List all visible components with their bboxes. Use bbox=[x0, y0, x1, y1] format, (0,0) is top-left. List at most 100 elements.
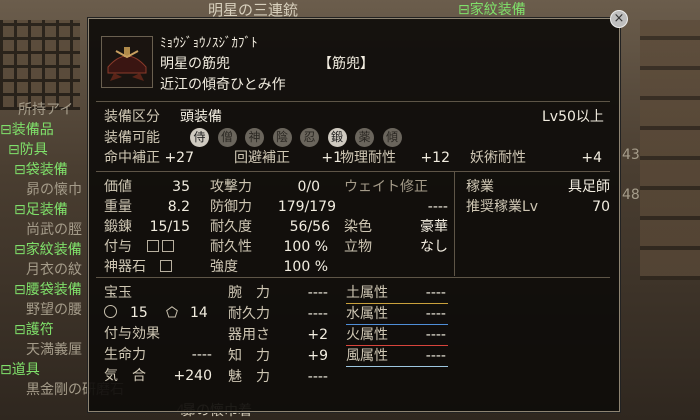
element-value: ---- bbox=[425, 285, 446, 301]
inventory-category[interactable]: ⊟道具 bbox=[0, 361, 40, 379]
job-value: 具足師 bbox=[568, 179, 610, 195]
background-lattice bbox=[0, 20, 80, 110]
gem-a-value: 15 bbox=[130, 305, 148, 321]
gem-slot-a bbox=[104, 304, 117, 322]
item-name: 明星の筋兜 bbox=[160, 56, 230, 72]
core-stat-label: 知 力 bbox=[228, 348, 270, 364]
divider bbox=[96, 277, 610, 278]
item-maker: 近江の傾奇ひとみ作 bbox=[160, 77, 286, 93]
attribute-label: 気 合 bbox=[104, 368, 146, 384]
core-stat-value: ---- bbox=[307, 306, 328, 322]
inventory-item[interactable]: 野望の腰 bbox=[26, 301, 82, 319]
price-label: 価値 bbox=[104, 179, 132, 195]
bonus-value: +4 bbox=[581, 150, 602, 166]
inventory-item[interactable]: 天満義厘 bbox=[26, 341, 82, 359]
element-value: ---- bbox=[425, 306, 446, 322]
class-badge-1: 侍 bbox=[190, 128, 209, 147]
helmet-icon bbox=[101, 36, 153, 88]
class-badge-7: 薬 bbox=[355, 128, 374, 147]
dye-label: 染色 bbox=[344, 219, 372, 235]
inventory-count: 48 bbox=[622, 187, 640, 203]
divider bbox=[96, 101, 610, 102]
gem-slot-b bbox=[166, 304, 178, 322]
bonus-label: 妖術耐性 bbox=[470, 150, 526, 166]
window-title: 明星の三連銃 bbox=[208, 1, 299, 19]
forge-label: 鍛錬 bbox=[104, 219, 132, 235]
weight-label: 重量 bbox=[104, 199, 132, 215]
durability-rate-label: 耐久性 bbox=[210, 239, 252, 255]
element-label: 土属性 bbox=[346, 285, 388, 301]
core-stat-value: +2 bbox=[307, 327, 328, 343]
recommended-job-value: 70 bbox=[592, 199, 610, 215]
strength-label: 強度 bbox=[210, 259, 238, 275]
element-underline bbox=[346, 345, 448, 346]
inventory-category[interactable]: ⊟腰袋装備 bbox=[14, 281, 82, 299]
jewel-slot bbox=[160, 258, 175, 276]
durability-label: 耐久度 bbox=[210, 219, 252, 235]
ornament-label: 立物 bbox=[344, 239, 372, 255]
core-stat-value: +9 bbox=[307, 348, 328, 364]
bonus-label: 物理耐性 bbox=[340, 150, 396, 166]
inventory-header: 所持アイ bbox=[18, 102, 74, 118]
core-stat-label: 腕 力 bbox=[228, 285, 270, 301]
inventory-item[interactable]: 月衣の紋 bbox=[26, 261, 82, 279]
allowed-label: 装備可能 bbox=[104, 130, 160, 146]
slot-icon bbox=[162, 240, 174, 252]
attack-value: 0/0 bbox=[297, 179, 320, 195]
inventory-category[interactable]: ⊟袋装備 bbox=[14, 161, 68, 179]
attach-label: 付与 bbox=[104, 239, 132, 255]
class-badge-5: 忍 bbox=[300, 128, 319, 147]
durability-rate-value: 100 % bbox=[283, 239, 328, 255]
recommended-job-label: 推奨稼業Lv bbox=[466, 199, 539, 215]
element-label: 風属性 bbox=[346, 348, 388, 364]
class-badge-6: 鍛 bbox=[327, 128, 347, 147]
inventory-category[interactable]: ⊟装備品 bbox=[0, 121, 54, 139]
element-label: 水属性 bbox=[346, 306, 388, 322]
attack-label: 攻撃力 bbox=[210, 179, 252, 195]
core-stat-label: 耐久力 bbox=[228, 306, 270, 322]
jewel-label: 神器石 bbox=[104, 259, 146, 275]
category-value: 頭装備 bbox=[180, 109, 222, 125]
pentagon-icon bbox=[166, 306, 178, 318]
inventory-category[interactable]: ⊟足装備 bbox=[14, 201, 68, 219]
class-badge-4: 陰 bbox=[272, 128, 292, 147]
inventory-item[interactable]: 昴の懐巾 bbox=[26, 181, 82, 199]
weight-value: 8.2 bbox=[167, 199, 190, 215]
bonus-value: +1 bbox=[321, 150, 342, 166]
price-value: 35 bbox=[172, 179, 190, 195]
slot-icon bbox=[147, 240, 159, 252]
bonus-value: +12 bbox=[420, 150, 450, 166]
inventory-category[interactable]: ⊟防具 bbox=[8, 141, 48, 159]
weight-mod-label: ウェイト修正 bbox=[344, 179, 428, 195]
inventory-item[interactable]: 尚武の脛 bbox=[26, 221, 82, 239]
element-value: ---- bbox=[425, 348, 446, 364]
core-stat-label: 魅 力 bbox=[228, 369, 270, 385]
attribute-value: ---- bbox=[191, 347, 212, 363]
core-stat-value: ---- bbox=[307, 285, 328, 301]
inventory-category[interactable]: ⊟家紋装備 bbox=[14, 241, 82, 259]
element-underline bbox=[346, 303, 448, 304]
core-stat-value: ---- bbox=[307, 369, 328, 385]
close-button[interactable]: × bbox=[610, 10, 628, 28]
defense-value: 179/179 bbox=[277, 199, 336, 215]
strength-value: 100 % bbox=[283, 259, 328, 275]
element-value: ---- bbox=[425, 327, 446, 343]
gem-b-value: 14 bbox=[190, 305, 208, 321]
class-badge-2: 僧 bbox=[217, 128, 237, 147]
core-stat-label: 器用さ bbox=[228, 327, 270, 343]
divider bbox=[96, 171, 610, 172]
job-label: 稼業 bbox=[466, 179, 494, 195]
forge-value: 15/15 bbox=[149, 219, 190, 235]
weight-mod-value: ---- bbox=[427, 199, 448, 215]
bonus-value: +27 bbox=[164, 150, 194, 166]
inventory-category-family-crest[interactable]: ⊟家紋装備 bbox=[458, 1, 526, 19]
slot-icon bbox=[160, 260, 172, 272]
dye-value: 豪華 bbox=[420, 219, 448, 235]
element-label: 火属性 bbox=[346, 327, 388, 343]
item-reading: ﾐｮｳｼﾞｮｳﾉｽｼﾞｶﾌﾞﾄ bbox=[160, 36, 258, 51]
inventory-category[interactable]: ⊟護符 bbox=[14, 321, 54, 339]
element-underline bbox=[346, 366, 448, 367]
gem-label: 宝玉 bbox=[104, 285, 132, 301]
category-label: 装備区分 bbox=[104, 109, 160, 125]
bonus-label: 回避補正 bbox=[234, 150, 290, 166]
